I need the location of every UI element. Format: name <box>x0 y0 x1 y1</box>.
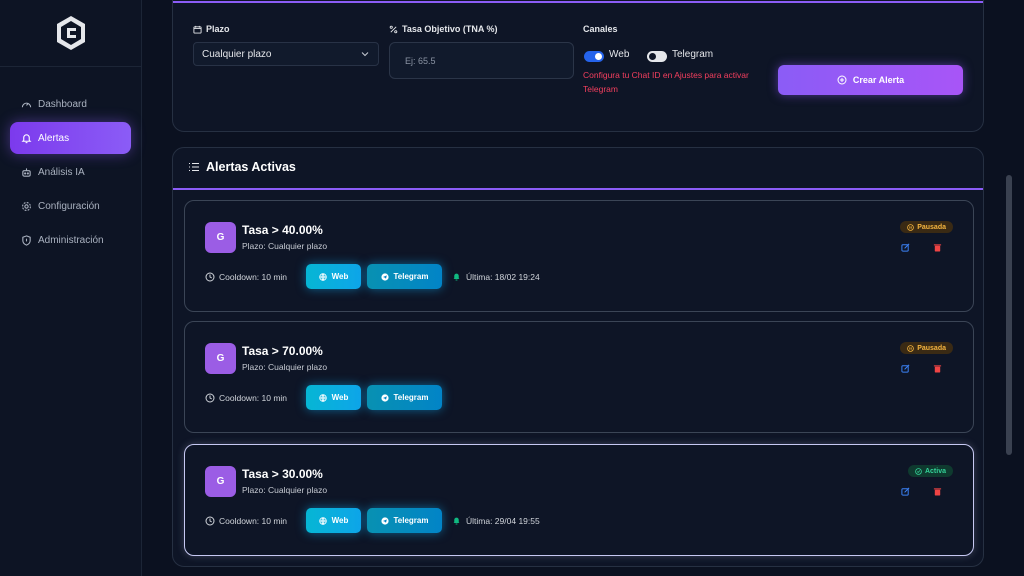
app-logo-icon <box>56 16 85 50</box>
sidebar-item-dashboard[interactable]: Dashboard <box>10 88 131 120</box>
avatar: G <box>205 466 236 497</box>
list-accent-line <box>173 188 983 190</box>
chevron-down-icon <box>361 52 369 57</box>
gauge-icon <box>21 102 32 107</box>
robot-icon <box>22 167 31 177</box>
trash-icon[interactable] <box>933 487 942 496</box>
telegram-channel-chip[interactable]: Telegram <box>367 264 442 289</box>
toggle-knob <box>595 53 602 60</box>
cooldown: Cooldown: 10 min <box>205 515 287 526</box>
avatar: G <box>205 343 236 374</box>
plazo-label: Plazo <box>193 24 230 34</box>
create-alert-form: Plazo Cualquier plazo Tasa Objetivo (TNA… <box>172 0 984 132</box>
trash-icon[interactable] <box>933 243 942 252</box>
globe-icon <box>318 393 327 402</box>
status-badge: Pausada <box>900 342 953 354</box>
scrollbar-thumb[interactable] <box>1006 175 1012 455</box>
logo[interactable] <box>0 0 141 67</box>
status-badge: Activa <box>907 465 953 477</box>
sidebar: Dashboard Alertas Análisis IA Configurac… <box>0 0 142 576</box>
sidebar-item-configuracion[interactable]: Configuración <box>10 190 131 222</box>
status-badge: Pausada <box>900 221 953 233</box>
tasa-input[interactable] <box>389 42 574 79</box>
alert-card[interactable]: G Tasa > 30.00% Plazo: Cualquier plazo C… <box>184 444 974 556</box>
alert-card[interactable]: G Tasa > 70.00% Plazo: Cualquier plazo C… <box>184 321 974 433</box>
bell-icon <box>453 273 460 281</box>
sidebar-item-administracion[interactable]: Administración <box>10 224 131 256</box>
alert-subtitle: Plazo: Cualquier plazo <box>242 241 328 251</box>
telegram-toggle-label: Telegram <box>672 49 714 60</box>
alert-subtitle: Plazo: Cualquier plazo <box>242 485 328 495</box>
web-channel-chip[interactable]: Web <box>306 385 361 410</box>
create-alert-button[interactable]: Crear Alerta <box>778 65 963 95</box>
alert-title: Tasa > 40.00% <box>242 223 323 237</box>
telegram-channel-chip[interactable]: Telegram <box>367 385 442 410</box>
shield-icon <box>22 234 31 246</box>
pause-icon <box>907 223 914 231</box>
telegram-icon <box>380 516 389 525</box>
list-icon <box>189 162 199 172</box>
active-alerts-header: Alertas Activas <box>188 160 296 174</box>
bell-icon <box>21 133 32 143</box>
sidebar-item-label: Administración <box>38 234 104 246</box>
sidebar-item-label: Configuración <box>38 200 100 212</box>
cooldown: Cooldown: 10 min <box>205 392 287 403</box>
telegram-toggle[interactable] <box>647 51 667 62</box>
sidebar-nav: Dashboard Alertas Análisis IA Configurac… <box>0 67 141 256</box>
sidebar-item-label: Alertas <box>38 132 70 144</box>
web-toggle-label: Web <box>609 49 630 60</box>
sidebar-item-alertas[interactable]: Alertas <box>10 122 131 154</box>
sidebar-item-analisis-ia[interactable]: Análisis IA <box>10 156 131 188</box>
last-triggered: Última: 29/04 19:55 <box>452 515 540 526</box>
globe-icon <box>318 272 327 281</box>
tasa-label: Tasa Objetivo (TNA %) <box>389 24 498 34</box>
check-circle-icon <box>915 467 922 475</box>
scrollbar[interactable] <box>1004 0 1014 576</box>
edit-icon[interactable] <box>901 364 910 373</box>
bell-icon <box>453 517 460 525</box>
last-triggered: Última: 18/02 19:24 <box>452 271 540 282</box>
form-accent-line <box>173 1 983 3</box>
trash-icon[interactable] <box>933 364 942 373</box>
web-channel-chip[interactable]: Web <box>306 264 361 289</box>
main-content: Plazo Cualquier plazo Tasa Objetivo (TNA… <box>142 0 1014 576</box>
web-toggle[interactable] <box>584 51 604 62</box>
telegram-icon <box>380 393 389 402</box>
plazo-select[interactable]: Cualquier plazo <box>193 42 379 66</box>
web-channel-chip[interactable]: Web <box>306 508 361 533</box>
sidebar-item-label: Dashboard <box>38 98 87 110</box>
alert-title: Tasa > 70.00% <box>242 344 323 358</box>
sidebar-item-label: Análisis IA <box>38 166 85 178</box>
alert-title: Tasa > 30.00% <box>242 467 323 481</box>
clock-icon <box>205 516 215 525</box>
clock-icon <box>205 393 215 402</box>
globe-icon <box>318 516 327 525</box>
gear-icon <box>22 201 31 211</box>
edit-icon[interactable] <box>901 487 910 496</box>
plus-circle-icon <box>837 75 847 85</box>
clock-icon <box>205 272 215 281</box>
toggle-knob <box>649 53 656 60</box>
pause-icon <box>907 344 914 352</box>
telegram-channel-chip[interactable]: Telegram <box>367 508 442 533</box>
telegram-icon <box>380 272 389 281</box>
alert-card[interactable]: G Tasa > 40.00% Plazo: Cualquier plazo C… <box>184 200 974 312</box>
avatar: G <box>205 222 236 253</box>
alert-subtitle: Plazo: Cualquier plazo <box>242 362 328 372</box>
telegram-warning: Configura tu Chat ID en Ajustes para act… <box>583 70 749 94</box>
active-alerts-panel: Alertas Activas G Tasa > 40.00% Plazo: C… <box>172 147 984 567</box>
calendar-icon <box>193 25 202 34</box>
percent-icon <box>389 25 398 33</box>
canales-label: Canales <box>583 24 618 34</box>
edit-icon[interactable] <box>901 243 910 252</box>
cooldown: Cooldown: 10 min <box>205 271 287 282</box>
